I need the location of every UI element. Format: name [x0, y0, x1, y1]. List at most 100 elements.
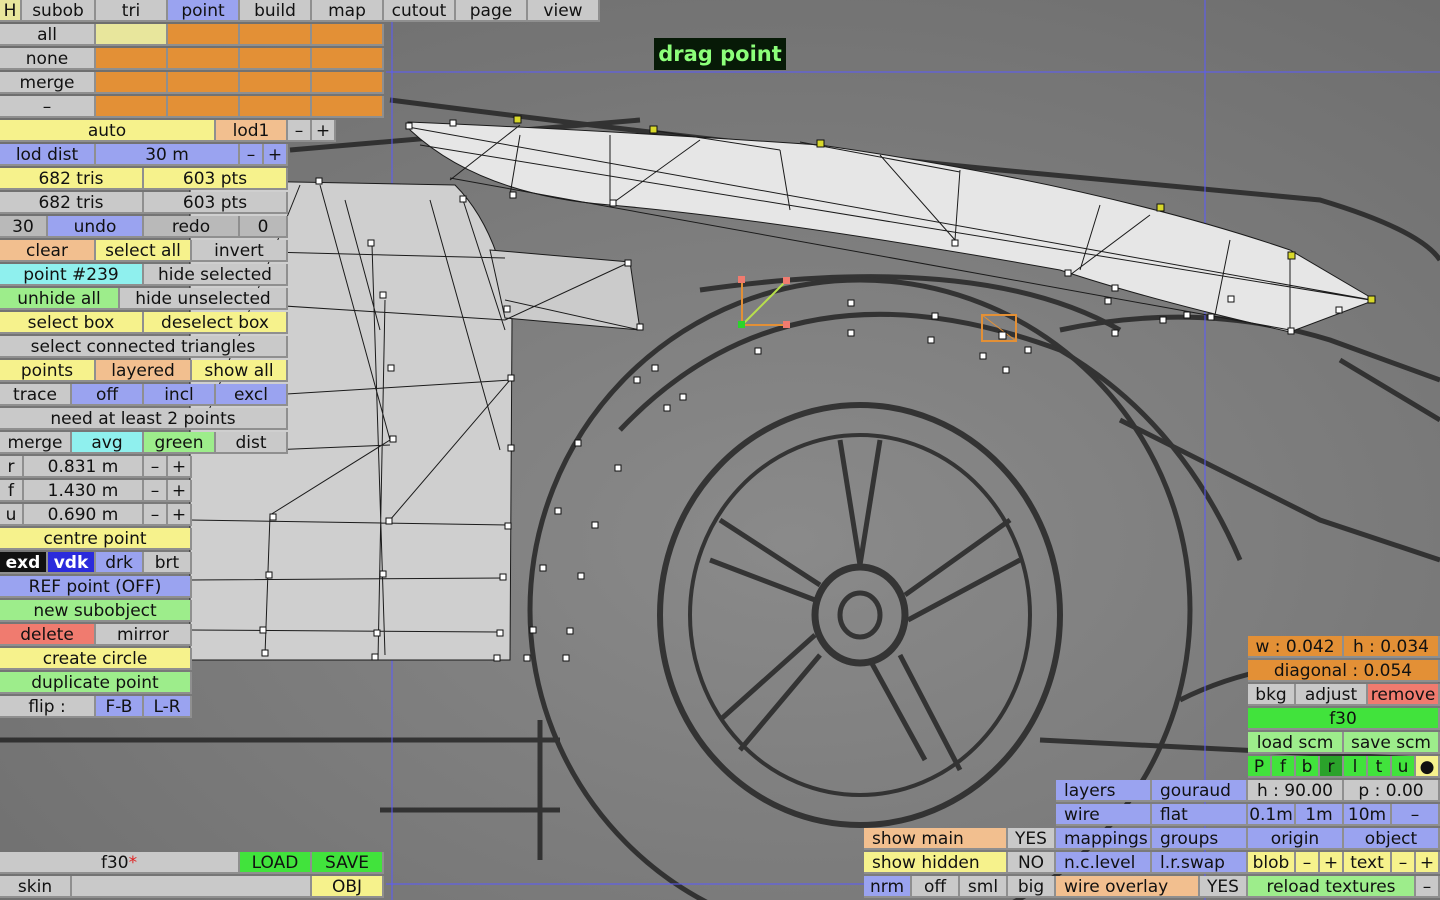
undo-button[interactable]: undo	[48, 216, 144, 238]
view-t-button[interactable]: t	[1368, 756, 1392, 778]
selection-slot[interactable]	[312, 24, 384, 46]
trace-excl-button[interactable]: excl	[216, 384, 288, 406]
skin-button[interactable]: skin	[0, 876, 72, 898]
layers-button[interactable]: layers	[1056, 780, 1152, 802]
view-f-button[interactable]: f	[1272, 756, 1296, 778]
drk-button[interactable]: drk	[96, 552, 144, 574]
nrm-button[interactable]: nrm	[864, 876, 912, 898]
selection-slot[interactable]	[96, 48, 168, 70]
skin-field[interactable]	[72, 876, 312, 898]
obj-button[interactable]: OBJ	[312, 876, 384, 898]
layered-mode-button[interactable]: layered	[96, 360, 192, 382]
selection-slot[interactable]	[96, 72, 168, 94]
menu-h[interactable]: H	[0, 0, 22, 22]
lod-auto-button[interactable]: auto	[0, 120, 216, 142]
lod-dist-value[interactable]: 30 m	[96, 144, 240, 166]
remove-button[interactable]: remove	[1368, 684, 1440, 706]
bkg-button[interactable]: bkg	[1248, 684, 1296, 706]
text-plus-button[interactable]: +	[1416, 852, 1440, 874]
select-box-button[interactable]: select box	[0, 312, 144, 334]
view-b-button[interactable]: b	[1296, 756, 1320, 778]
selection-slot[interactable]	[96, 24, 168, 46]
dist-button[interactable]: dist	[216, 432, 288, 454]
file-name[interactable]: f30*	[0, 852, 240, 874]
hide-selected-button[interactable]: hide selected	[144, 264, 288, 286]
show-main-toggle[interactable]: YES	[1008, 828, 1056, 850]
create-circle-button[interactable]: create circle	[0, 648, 192, 670]
r-minus-button[interactable]: –	[144, 456, 168, 478]
sml-button[interactable]: sml	[960, 876, 1008, 898]
selection-slot[interactable]	[312, 48, 384, 70]
step-1m-button[interactable]: 1m	[1296, 804, 1344, 826]
step-01m-button[interactable]: 0.1m	[1248, 804, 1296, 826]
delete-button[interactable]: delete	[0, 624, 96, 646]
selection-slot[interactable]	[240, 72, 312, 94]
lod-plus-button[interactable]: +	[312, 120, 336, 142]
select-connected-triangles-button[interactable]: select connected triangles	[0, 336, 288, 358]
lod-dist-plus-button[interactable]: +	[264, 144, 288, 166]
view-r-button[interactable]: r	[1320, 756, 1344, 778]
menu-point[interactable]: point	[168, 0, 240, 22]
flip-lr-button[interactable]: L-R	[144, 696, 192, 718]
merge-green-button[interactable]: green	[144, 432, 216, 454]
show-all-button[interactable]: show all	[192, 360, 288, 382]
invert-button[interactable]: invert	[192, 240, 288, 262]
duplicate-point-button[interactable]: duplicate point	[0, 672, 192, 694]
deselect-box-button[interactable]: deselect box	[144, 312, 288, 334]
blob-minus-button[interactable]: –	[1296, 852, 1320, 874]
lod-minus-button[interactable]: –	[288, 120, 312, 142]
pitch-value[interactable]: p : 0.00	[1344, 780, 1440, 802]
vdk-button[interactable]: vdk	[48, 552, 96, 574]
adjust-button[interactable]: adjust	[1296, 684, 1368, 706]
hide-unselected-button[interactable]: hide unselected	[120, 288, 288, 310]
menu-subob[interactable]: subob	[22, 0, 96, 22]
selection-slot[interactable]	[312, 72, 384, 94]
gouraud-button[interactable]: gouraud	[1152, 780, 1248, 802]
unhide-all-button[interactable]: unhide all	[0, 288, 120, 310]
reload-minus-button[interactable]: –	[1416, 876, 1440, 898]
selection-slot[interactable]	[168, 96, 240, 118]
menu-tri[interactable]: tri	[96, 0, 168, 22]
menu-cutout[interactable]: cutout	[384, 0, 456, 22]
f-axis-value[interactable]: 1.430 m	[24, 480, 144, 502]
selection-slot[interactable]	[168, 24, 240, 46]
exd-button[interactable]: exd	[0, 552, 48, 574]
dash-selection-button[interactable]: –	[0, 96, 96, 118]
lr-swap-button[interactable]: l.r.swap	[1152, 852, 1248, 874]
selection-slot[interactable]	[240, 96, 312, 118]
lod-name[interactable]: lod1	[216, 120, 288, 142]
blob-plus-button[interactable]: +	[1320, 852, 1344, 874]
r-plus-button[interactable]: +	[168, 456, 192, 478]
save-button[interactable]: SAVE	[312, 852, 384, 874]
bg-name[interactable]: f30	[1248, 708, 1440, 730]
select-none-button[interactable]: none	[0, 48, 96, 70]
flip-fb-button[interactable]: F-B	[96, 696, 144, 718]
lod-dist-minus-button[interactable]: –	[240, 144, 264, 166]
select-all-points-button[interactable]: select all	[96, 240, 192, 262]
trace-incl-button[interactable]: incl	[144, 384, 216, 406]
menu-build[interactable]: build	[240, 0, 312, 22]
new-subobject-button[interactable]: new subobject	[0, 600, 192, 622]
centre-point-button[interactable]: centre point	[0, 528, 192, 550]
u-axis-value[interactable]: 0.690 m	[24, 504, 144, 526]
f-plus-button[interactable]: +	[168, 480, 192, 502]
redo-button[interactable]: redo	[144, 216, 240, 238]
big-button[interactable]: big	[1008, 876, 1056, 898]
merge-points-button[interactable]: merge	[0, 432, 72, 454]
view-u-button[interactable]: u	[1392, 756, 1416, 778]
wire-overlay-toggle[interactable]: YES	[1200, 876, 1248, 898]
selection-slot[interactable]	[168, 72, 240, 94]
ref-point-button[interactable]: REF point (OFF)	[0, 576, 192, 598]
mirror-button[interactable]: mirror	[96, 624, 192, 646]
menu-view[interactable]: view	[528, 0, 600, 22]
menu-map[interactable]: map	[312, 0, 384, 22]
selection-slot[interactable]	[312, 96, 384, 118]
merge-avg-button[interactable]: avg	[72, 432, 144, 454]
step-minus-button[interactable]: –	[1392, 804, 1440, 826]
brt-button[interactable]: brt	[144, 552, 192, 574]
trace-off-button[interactable]: off	[72, 384, 144, 406]
selection-slot[interactable]	[96, 96, 168, 118]
show-hidden-toggle[interactable]: NO	[1008, 852, 1056, 874]
save-scm-button[interactable]: save scm	[1344, 732, 1440, 754]
object-button[interactable]: object	[1344, 828, 1440, 850]
